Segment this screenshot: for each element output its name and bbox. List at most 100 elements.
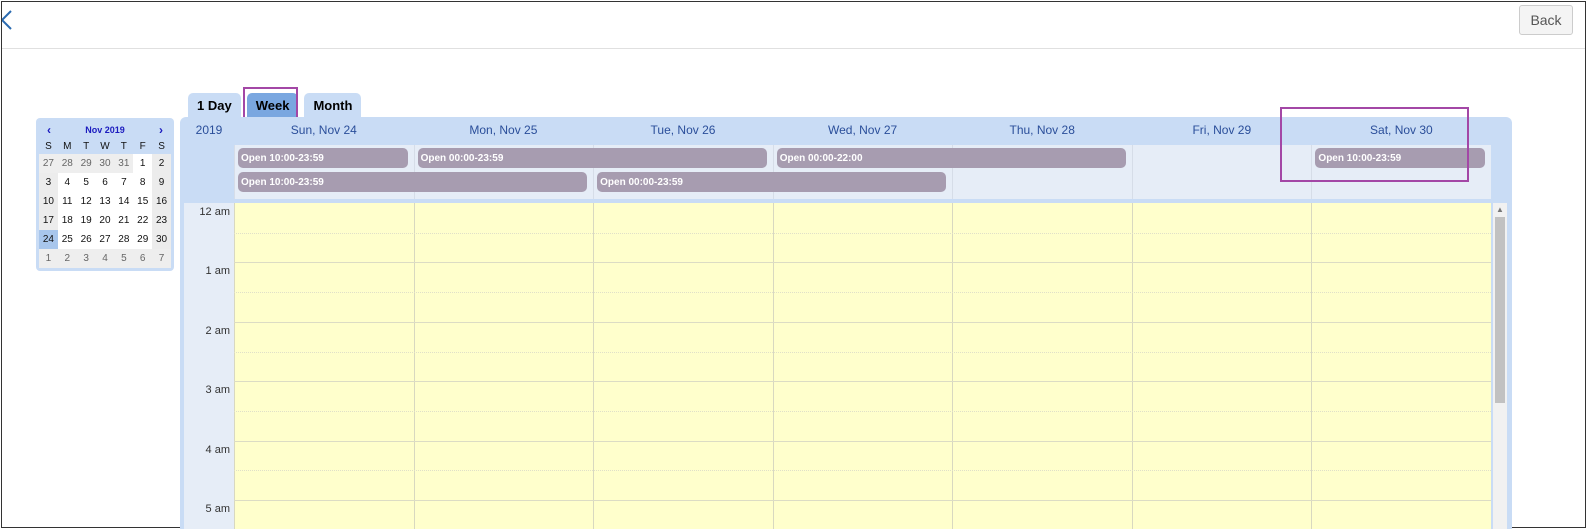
day-time-column[interactable] bbox=[952, 203, 1132, 529]
mini-day-cell[interactable]: 9 bbox=[152, 173, 171, 192]
half-hour-gridline bbox=[234, 470, 1491, 472]
all-day-row: Open 10:00-23:59 Open 00:00-23:59 Open 00:… bbox=[184, 145, 1491, 199]
mini-day-cell[interactable]: 2 bbox=[57, 249, 77, 268]
mini-day-cell[interactable]: 27 bbox=[39, 154, 58, 173]
mini-day-cell[interactable]: 5 bbox=[114, 249, 134, 268]
all-day-event[interactable]: Open 00:00-22:00 bbox=[776, 148, 1126, 168]
mini-day-cell[interactable]: 6 bbox=[133, 249, 153, 268]
day-header-3[interactable]: Wed, Nov 27 bbox=[773, 117, 953, 143]
mini-day-cell[interactable]: 15 bbox=[133, 192, 153, 211]
day-header-1[interactable]: Mon, Nov 25 bbox=[414, 117, 594, 143]
mini-day-cell[interactable]: 18 bbox=[57, 211, 77, 230]
mini-day-cell[interactable]: 25 bbox=[57, 230, 77, 249]
mini-dow-label: W bbox=[95, 138, 115, 154]
day-time-column[interactable] bbox=[234, 203, 414, 529]
hour-label: 12 am bbox=[199, 206, 230, 218]
mini-day-cell[interactable]: 16 bbox=[152, 192, 171, 211]
mini-day-cell[interactable]: 30 bbox=[152, 230, 171, 249]
mini-day-cell[interactable]: 31 bbox=[114, 154, 134, 173]
mini-day-cell[interactable]: 10 bbox=[39, 192, 58, 211]
mini-day-cell[interactable]: 21 bbox=[114, 211, 134, 230]
mini-day-cell[interactable]: 12 bbox=[76, 192, 96, 211]
mini-dow-label: F bbox=[133, 138, 153, 154]
mini-day-cell[interactable]: 4 bbox=[57, 173, 77, 192]
day-header-row: 2019 Sun, Nov 24 Mon, Nov 25 Tue, Nov 26 We… bbox=[180, 117, 1512, 143]
mini-calendar-header: ‹ Nov 2019 › bbox=[39, 122, 171, 138]
mini-dow-label: S bbox=[39, 138, 58, 154]
mini-day-cell[interactable]: 26 bbox=[76, 230, 96, 249]
all-day-cell[interactable] bbox=[1131, 145, 1312, 199]
mini-next-month-icon[interactable]: › bbox=[159, 123, 163, 137]
day-header-6[interactable]: Sat, Nov 30 bbox=[1312, 117, 1492, 143]
day-time-column[interactable] bbox=[772, 203, 953, 529]
day-time-column[interactable] bbox=[1131, 203, 1312, 529]
mini-day-cell[interactable]: 17 bbox=[39, 211, 58, 230]
mini-dow-label: M bbox=[57, 138, 77, 154]
mini-day-cell[interactable]: 23 bbox=[152, 211, 171, 230]
mini-day-cell[interactable]: 4 bbox=[95, 249, 115, 268]
mini-day-cell[interactable]: 28 bbox=[114, 230, 134, 249]
hour-label: 1 am bbox=[205, 265, 230, 278]
mini-day-cell[interactable]: 5 bbox=[76, 173, 96, 192]
mini-day-cell[interactable]: 3 bbox=[76, 249, 96, 268]
all-day-event[interactable]: Open 00:00-23:59 bbox=[417, 148, 767, 168]
half-hour-gridline bbox=[234, 292, 1491, 294]
time-grid-scrollbar[interactable]: ▲ bbox=[1493, 203, 1507, 529]
mini-day-cell[interactable]: 22 bbox=[133, 211, 153, 230]
week-calendar: 2019 Sun, Nov 24 Mon, Nov 25 Tue, Nov 26 We… bbox=[180, 117, 1512, 529]
view-tabs: 1 Day Week Month bbox=[188, 87, 362, 119]
half-hour-gridline bbox=[234, 232, 1491, 234]
back-button[interactable]: Back bbox=[1519, 5, 1573, 35]
hour-label: 5 am bbox=[205, 503, 230, 515]
day-time-column[interactable] bbox=[1311, 203, 1491, 529]
mini-day-cell[interactable]: 7 bbox=[114, 173, 134, 192]
scroll-up-arrow-icon[interactable]: ▲ bbox=[1493, 205, 1507, 215]
mini-day-cell[interactable]: 29 bbox=[133, 230, 153, 249]
tab-week-wrapper: Week bbox=[242, 87, 299, 119]
mini-month-label: Nov 2019 bbox=[85, 125, 125, 135]
mini-day-cell[interactable]: 13 bbox=[95, 192, 115, 211]
mini-day-cell[interactable]: 6 bbox=[95, 173, 115, 192]
mini-day-cell[interactable]: 14 bbox=[114, 192, 134, 211]
mini-day-cell[interactable]: 29 bbox=[76, 154, 96, 173]
mini-day-cell[interactable]: 8 bbox=[133, 173, 153, 192]
mini-day-cell[interactable]: 30 bbox=[95, 154, 115, 173]
mini-day-cell[interactable]: 2 bbox=[152, 154, 171, 173]
mini-day-cell[interactable]: 1 bbox=[133, 154, 153, 173]
hour-gridline bbox=[234, 321, 1491, 323]
mini-day-cell[interactable]: 1 bbox=[39, 249, 58, 268]
chevron-left-icon[interactable] bbox=[1, 8, 16, 32]
half-hour-gridline bbox=[234, 351, 1491, 353]
scroll-thumb[interactable] bbox=[1495, 217, 1505, 403]
mini-day-cell[interactable]: 27 bbox=[95, 230, 115, 249]
all-day-gutter bbox=[184, 145, 234, 199]
mini-dow-label: T bbox=[76, 138, 96, 154]
all-day-event[interactable]: Open 10:00-23:59 bbox=[1315, 148, 1485, 168]
day-time-column[interactable] bbox=[413, 203, 594, 529]
tab-week[interactable]: Week bbox=[246, 93, 299, 117]
hour-gridline bbox=[234, 262, 1491, 264]
hour-label: 3 am bbox=[205, 384, 230, 397]
mini-day-cell[interactable]: 7 bbox=[152, 249, 171, 268]
hour-gridline bbox=[234, 381, 1491, 383]
hour-label: 2 am bbox=[205, 324, 230, 337]
mini-day-cell[interactable]: 11 bbox=[57, 192, 77, 211]
all-day-event[interactable]: Open 10:00-23:59 bbox=[238, 172, 588, 192]
mini-day-cell[interactable]: 24 bbox=[39, 230, 58, 249]
mini-day-cell[interactable]: 19 bbox=[76, 211, 96, 230]
tab-1-day[interactable]: 1 Day bbox=[188, 93, 241, 117]
all-day-event[interactable]: Open 00:00-23:59 bbox=[597, 172, 947, 192]
all-day-event[interactable]: Open 10:00-23:59 bbox=[238, 148, 408, 168]
mini-prev-month-icon[interactable]: ‹ bbox=[47, 123, 51, 137]
tab-month[interactable]: Month bbox=[304, 93, 362, 117]
day-time-column[interactable] bbox=[593, 203, 773, 529]
day-header-4[interactable]: Thu, Nov 28 bbox=[952, 117, 1132, 143]
day-header-5[interactable]: Fri, Nov 29 bbox=[1132, 117, 1312, 143]
half-hour-gridline bbox=[234, 410, 1491, 412]
mini-day-cell[interactable]: 20 bbox=[95, 211, 115, 230]
mini-day-cell[interactable]: 3 bbox=[39, 173, 58, 192]
day-header-0[interactable]: Sun, Nov 24 bbox=[234, 117, 414, 143]
mini-day-cell[interactable]: 28 bbox=[57, 154, 77, 173]
mini-calendar-grid: S M T W T F S 27 28 29 30 31 1 2 3 4 5 6 7 8 9 10 11 12 13 14 15 16… bbox=[39, 138, 171, 268]
day-header-2[interactable]: Tue, Nov 26 bbox=[593, 117, 773, 143]
